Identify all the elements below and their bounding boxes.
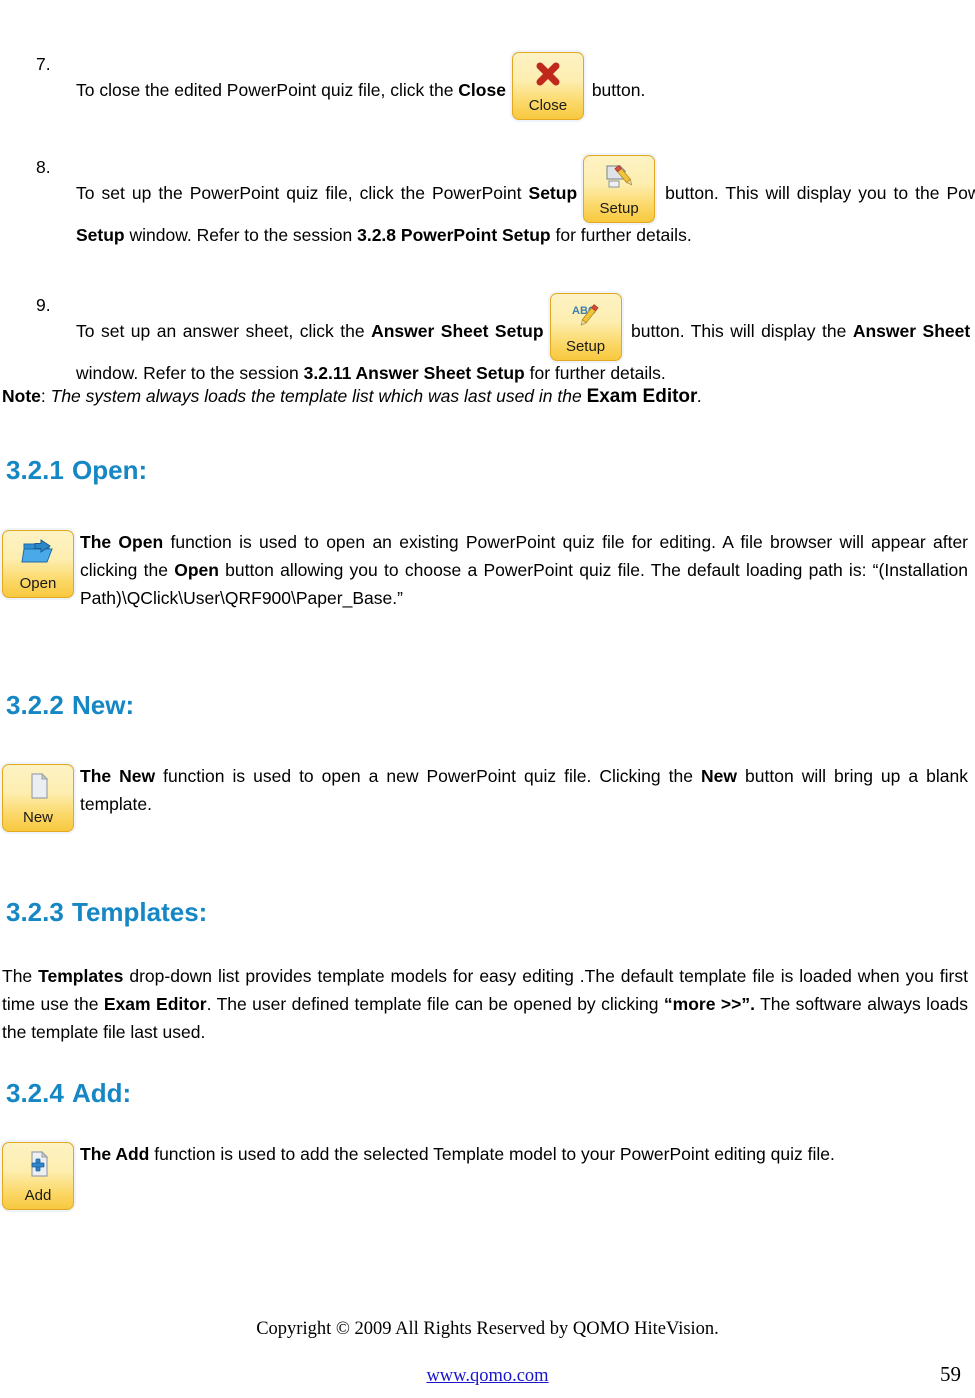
- note-line: Note: The system always loads the templa…: [2, 384, 968, 409]
- heading-number: 3.2.3: [6, 897, 64, 927]
- new-para-3: New: [701, 766, 737, 786]
- new-button-caption: New: [22, 809, 53, 826]
- open-button[interactable]: Open: [2, 530, 74, 598]
- abc-pencil-icon: ABC: [551, 300, 621, 334]
- item8-text-1: To set up the PowerPoint quiz file, clic…: [76, 183, 529, 203]
- open-para-3: Open: [174, 560, 219, 580]
- tpl-para-6: “more >>”.: [663, 994, 755, 1014]
- footer-page-number: 59: [940, 1362, 961, 1386]
- item9-text-2: button. This will display the: [624, 321, 853, 341]
- heading-title: New:: [72, 690, 135, 720]
- item8-setup-label: Setup: [528, 183, 578, 203]
- open-button-caption: Open: [19, 575, 57, 592]
- list-item-number: 8.: [36, 157, 51, 177]
- document-page: 7. To close the edited PowerPoint quiz f…: [0, 0, 975, 1398]
- new-button[interactable]: New: [2, 764, 74, 832]
- item8-text-2: button. This will display you to the Pow…: [665, 183, 975, 203]
- heading-number: 3.2.1: [6, 455, 64, 485]
- add-page-icon: [3, 1149, 73, 1183]
- section-new-paragraph: New The New function is used to open a n…: [2, 762, 968, 832]
- heading-3-2-2: 3.2.2 New:: [6, 690, 134, 721]
- heading-3-2-1: 3.2.1 Open:: [6, 455, 147, 486]
- item9-text-1: To set up an answer sheet, click the: [76, 321, 372, 341]
- list-item: 9. To set up an answer sheet, click the …: [8, 293, 975, 386]
- document-pencil-icon: [584, 162, 654, 196]
- close-button-caption: Close: [528, 97, 568, 114]
- new-para-1: The New: [80, 766, 156, 786]
- add-para-1: The Add: [80, 1144, 150, 1164]
- open-para-1: The Open: [80, 532, 164, 552]
- heading-title: Add:: [72, 1078, 132, 1108]
- section-templates-paragraph: The Templates drop-down list provides te…: [2, 962, 968, 1046]
- list-item-text: To set up an answer sheet, click the Ans…: [76, 293, 975, 386]
- answer-sheet-setup-button[interactable]: ABC Setup: [549, 293, 622, 361]
- item9-session-ref: 3.2.11 Answer Sheet Setup: [303, 363, 525, 383]
- note-body: The system always loads the template lis…: [50, 386, 703, 407]
- heading-3-2-3: 3.2.3 Templates:: [6, 897, 207, 928]
- item8-text-3: window. Refer to the session: [124, 225, 358, 245]
- blank-page-icon: [3, 771, 73, 805]
- item9-text-4: for further details.: [524, 363, 666, 383]
- item9-ans-label: Answer Sheet Setup: [371, 321, 544, 341]
- item7-text-2: button.: [586, 80, 646, 100]
- list-item-number: 7.: [36, 54, 51, 74]
- tpl-para-5: . The user defined template file can be …: [206, 994, 664, 1014]
- note-text-after: .: [697, 386, 703, 406]
- tpl-para-4: Exam Editor: [103, 994, 207, 1014]
- heading-title: Open:: [72, 455, 148, 485]
- heading-number: 3.2.4: [6, 1078, 64, 1108]
- note-emphasis: Exam Editor: [586, 386, 698, 407]
- new-para-2: function is used to open a new PowerPoin…: [155, 766, 702, 786]
- heading-title: Templates:: [72, 897, 208, 927]
- open-folder-icon: [3, 537, 73, 571]
- item9-setting-window: Answer Sheet Setting: [852, 321, 975, 341]
- note-text-before: The system always loads the template lis…: [50, 386, 587, 406]
- note-label: Note: [2, 386, 41, 406]
- section-open-paragraph: Open The Open function is used to open a…: [2, 528, 968, 612]
- note-colon: :: [40, 386, 51, 406]
- add-button[interactable]: Add: [2, 1142, 74, 1210]
- footer-copyright: Copyright © 2009 All Rights Reserved by …: [256, 1319, 719, 1339]
- tpl-para-1: The: [2, 966, 39, 986]
- item9-text-3: window. Refer to the session: [76, 363, 304, 383]
- list-item: 8. To set up the PowerPoint quiz file, c…: [8, 155, 975, 248]
- powerpoint-setup-caption: Setup: [599, 200, 639, 217]
- powerpoint-setup-button[interactable]: Setup: [583, 155, 656, 223]
- heading-3-2-4: 3.2.4 Add:: [6, 1078, 131, 1109]
- item8-session-ref: 3.2.8 PowerPoint Setup: [357, 225, 551, 245]
- heading-number: 3.2.2: [6, 690, 64, 720]
- answer-sheet-setup-caption: Setup: [565, 338, 606, 355]
- list-item: 7. To close the edited PowerPoint quiz f…: [8, 52, 975, 120]
- add-button-caption: Add: [24, 1187, 52, 1204]
- tpl-para-2: Templates: [38, 966, 124, 986]
- footer-website-link[interactable]: www.qomo.com: [0, 1366, 975, 1387]
- item7-text-1: To close the edited PowerPoint quiz file…: [76, 80, 459, 100]
- close-button[interactable]: Close: [511, 52, 584, 120]
- item7-close-label: Close: [458, 80, 506, 100]
- list-item-text: To close the edited PowerPoint quiz file…: [76, 52, 975, 120]
- item8-setup-window: Setup: [76, 225, 125, 245]
- red-x-icon: [513, 59, 583, 93]
- section-add-paragraph: Add The Add function is used to add the …: [2, 1140, 968, 1210]
- add-para-2: function is used to add the selected Tem…: [149, 1144, 835, 1164]
- list-item-text: To set up the PowerPoint quiz file, clic…: [76, 155, 975, 248]
- list-item-number: 9.: [36, 295, 51, 315]
- item8-text-4: for further details.: [550, 225, 692, 245]
